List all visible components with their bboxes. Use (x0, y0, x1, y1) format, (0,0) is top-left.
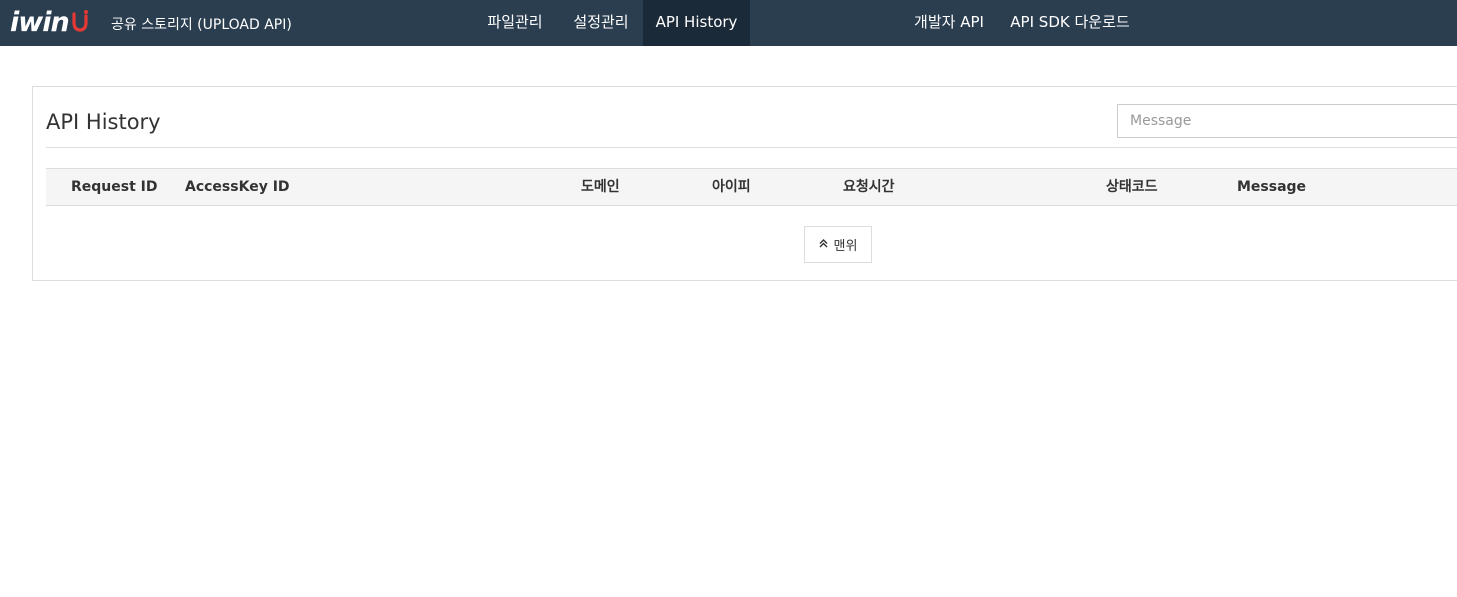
column-ip[interactable]: 아이피 (712, 169, 751, 205)
title-divider (46, 147, 1457, 148)
column-status-code[interactable]: 상태코드 (1106, 169, 1158, 205)
nav-developer-api[interactable]: 개발자 API (903, 0, 995, 46)
page-title: API History (46, 110, 161, 134)
logo[interactable]: iwin (10, 6, 90, 40)
message-search-input[interactable] (1117, 104, 1457, 138)
table-header: Request ID AccessKey ID 도메인 아이피 요청시간 상태코… (46, 168, 1457, 206)
scroll-to-top-label: 맨위 (833, 239, 858, 254)
nav-file-management[interactable]: 파일관리 (474, 0, 556, 46)
api-history-panel: API History Request ID AccessKey ID 도메인 … (32, 86, 1457, 281)
double-chevron-up-icon (819, 238, 828, 251)
column-accesskey-id[interactable]: AccessKey ID (185, 169, 290, 205)
column-request-id[interactable]: Request ID (71, 169, 158, 205)
app-title: 공유 스토리지 (UPLOAD API) (111, 17, 292, 33)
nav-api-history[interactable]: API History (643, 0, 750, 46)
column-domain[interactable]: 도메인 (581, 169, 620, 205)
logo-text: iwin (10, 7, 70, 38)
top-navigation-bar: iwin 공유 스토리지 (UPLOAD API) 파일관리 설정관리 API … (0, 0, 1457, 46)
column-message[interactable]: Message (1237, 169, 1306, 205)
nav-api-sdk-download[interactable]: API SDK 다운로드 (1002, 0, 1138, 46)
smile-logo-icon (72, 10, 88, 32)
scroll-to-top-button[interactable]: 맨위 (804, 226, 872, 263)
column-request-time[interactable]: 요청시간 (843, 169, 895, 205)
nav-settings-management[interactable]: 설정관리 (560, 0, 642, 46)
